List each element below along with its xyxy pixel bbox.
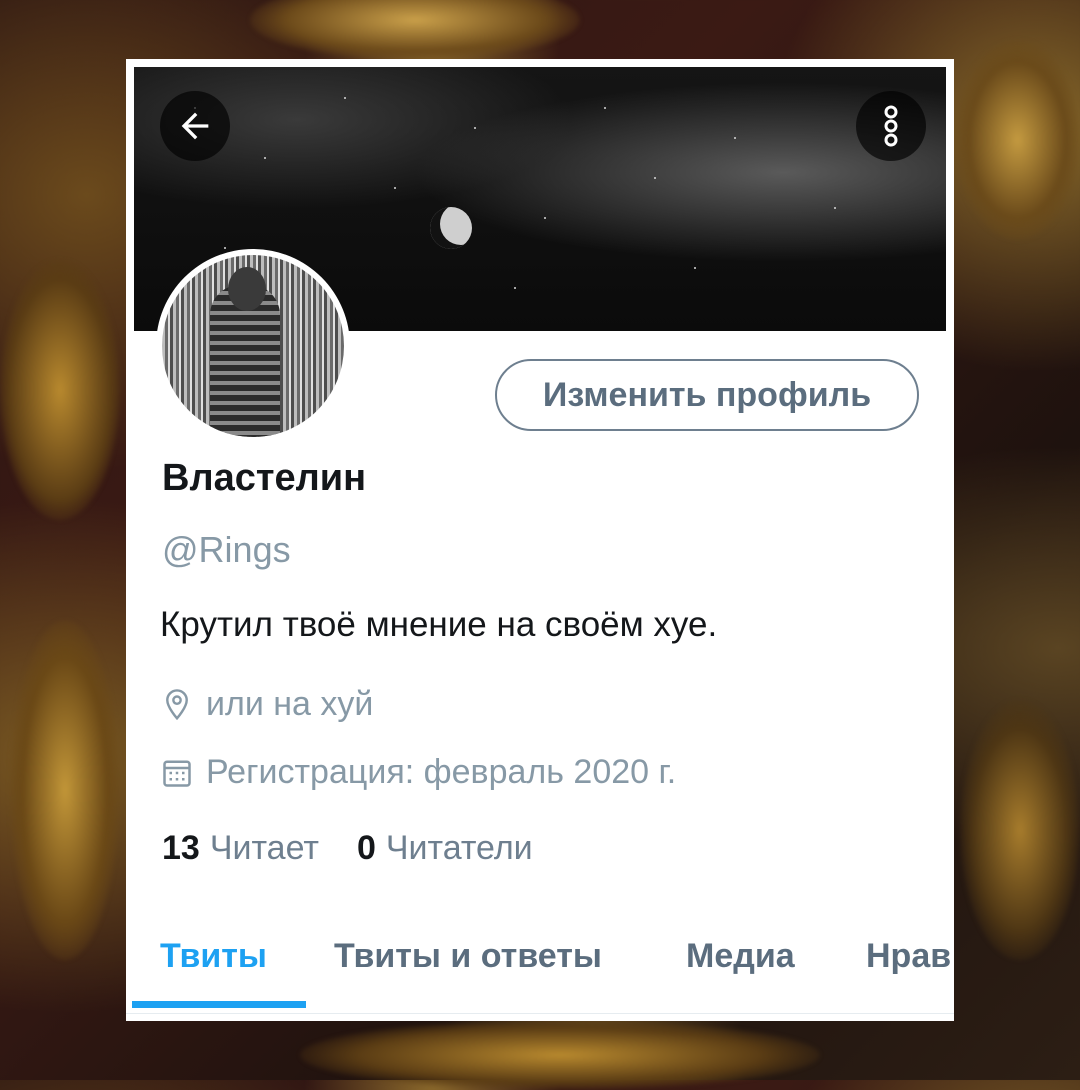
arrow-left-icon [181,112,209,140]
edit-profile-button[interactable]: Изменить профиль [495,359,919,431]
joined-text: Регистрация: февраль 2020 г. [206,753,677,791]
tab-tweets-and-replies[interactable]: Твиты и ответы [334,937,602,976]
user-handle: @Rings [162,529,291,570]
more-options-button[interactable] [856,91,926,161]
tab-media[interactable]: Медиа [686,937,795,976]
calendar-icon [163,760,191,787]
location-pin-icon [166,688,188,720]
following-label: Читает [209,829,319,867]
gold-frame-ornament [10,620,120,960]
location-row: или на хуй [162,685,373,724]
avatar-container[interactable] [156,249,350,443]
profile-bio: Крутил твоё мнение на своём хуе. [160,605,718,644]
tab-tweets[interactable]: Твиты [160,937,267,976]
more-vertical-icon [884,105,898,147]
followers-label: Читатели [385,829,533,867]
gold-frame-ornament [960,700,1080,960]
profile-tabs: Твиты Твиты и ответы Медиа Нрав [126,931,954,1014]
followers-count: 0 [356,829,376,867]
followers-link[interactable]: 0 Читатели [357,829,533,868]
gold-frame-ornament [0,260,120,520]
gold-frame-ornament [955,40,1080,240]
avatar [162,255,344,437]
following-link[interactable]: 13 Читает [162,829,319,868]
follow-stats: 13 Читает 0 Читатели [162,829,571,868]
joined-row: Регистрация: февраль 2020 г. [162,753,676,792]
back-button[interactable] [160,91,230,161]
tab-likes[interactable]: Нрав [866,937,951,976]
active-tab-indicator [132,1001,306,1008]
following-count: 13 [162,829,200,867]
location-text: или на хуй [206,685,374,723]
moon-image [430,207,472,249]
display-name: Властелин [162,457,367,499]
profile-card: Изменить профиль Властелин @Rings Крутил… [126,59,954,1021]
gold-frame-ornament [250,0,580,60]
